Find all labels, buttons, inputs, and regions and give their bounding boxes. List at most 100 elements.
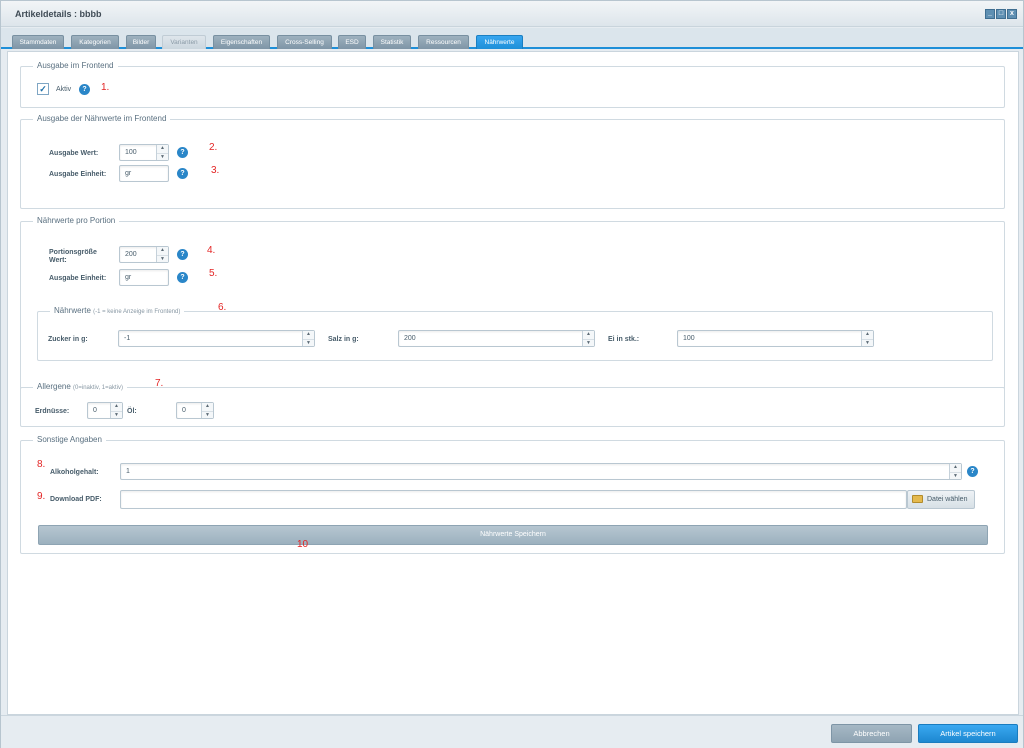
spin-up-icon[interactable]: ▲ [202,403,213,411]
spin-down-icon[interactable]: ▼ [157,254,168,263]
tab-stammdaten[interactable]: Stammdaten [12,35,64,49]
ei-label: Ei in stk.: [608,336,640,343]
spin-down-icon[interactable]: ▼ [950,471,961,480]
alkoholgehalt-input[interactable]: 1 ▲ ▼ [120,463,962,480]
spin-down-icon[interactable]: ▼ [202,410,213,419]
annotation-5: 5. [209,268,218,279]
spinner[interactable]: ▲ ▼ [201,403,213,418]
ausgabe-wert-input[interactable]: 100 ▲ ▼ [119,144,169,161]
tab-cross-selling[interactable]: Cross-Selling [277,35,332,49]
spin-up-icon[interactable]: ▲ [950,464,961,472]
folder-icon [912,495,923,503]
legend-hint: (-1 = keine Anzeige im Frontend) [93,309,181,315]
minimize-icon[interactable]: _ [985,9,995,19]
cancel-button[interactable]: Abbrechen [831,724,912,743]
oel-label: Öl: [127,408,137,415]
help-icon[interactable]: ? [177,147,188,158]
input-value: 0 [182,407,186,414]
close-icon[interactable]: x [1007,9,1017,19]
annotation-6: 6. [218,302,227,313]
portionsgroesse-label: Portionsgröße Wert: [49,249,97,264]
tab-naehrwerte[interactable]: Nährwerte [476,35,523,49]
tab-ressourcen[interactable]: Ressourcen [418,35,469,49]
salz-label: Salz in g: [328,336,359,343]
oel-input[interactable]: 0 ▲ ▼ [176,402,214,419]
spin-down-icon[interactable]: ▼ [303,338,314,347]
help-icon[interactable]: ? [177,168,188,179]
annotation-9: 9. [37,491,46,502]
spin-down-icon[interactable]: ▼ [157,152,168,161]
erdnuesse-label: Erdnüsse: [35,408,70,415]
spin-down-icon[interactable]: ▼ [862,338,873,347]
input-value: 200 [404,335,416,342]
input-value: gr [125,170,132,177]
fieldset-legend: Nährwerte pro Portion [33,216,120,225]
tab-esd[interactable]: ESD [338,35,366,49]
help-icon[interactable]: ? [177,272,188,283]
annotation-8: 8. [37,459,46,470]
spin-up-icon[interactable]: ▲ [862,331,873,339]
spin-down-icon[interactable]: ▼ [111,410,122,419]
input-value: 0 [93,407,97,414]
ausgabe-einheit-label: Ausgabe Einheit: [49,171,107,178]
erdnuesse-input[interactable]: 0 ▲ ▼ [87,402,123,419]
aktiv-label: Aktiv [56,86,72,93]
zucker-input[interactable]: -1 ▲ ▼ [118,330,315,347]
zucker-label: Zucker in g: [48,336,88,343]
salz-input[interactable]: 200 ▲ ▼ [398,330,595,347]
spin-up-icon[interactable]: ▲ [303,331,314,339]
input-value: gr [125,274,132,281]
spinner[interactable]: ▲ ▼ [302,331,314,346]
spinner[interactable]: ▲ ▼ [949,464,961,479]
spin-down-icon[interactable]: ▼ [583,338,594,347]
ei-input[interactable]: 100 ▲ ▼ [677,330,874,347]
fieldset-legend: Nährwerte (-1 = keine Anzeige im Fronten… [50,306,185,315]
help-icon[interactable]: ? [177,249,188,260]
spinner[interactable]: ▲ ▼ [156,145,168,160]
tab-kategorien[interactable]: Kategorien [71,35,119,49]
spin-up-icon[interactable]: ▲ [157,247,168,255]
tab-eigenschaften[interactable]: Eigenschaften [213,35,270,49]
download-pdf-label: Download PDF: [50,496,102,503]
input-value: -1 [124,335,131,342]
fieldset-naehrwerte: Nährwerte (-1 = keine Anzeige im Fronten… [37,302,993,361]
annotation-10: 10 [297,539,309,550]
spin-up-icon[interactable]: ▲ [111,403,122,411]
file-select-button[interactable]: Datei wählen [907,490,975,509]
portionsgroesse-input[interactable]: 200 ▲ ▼ [119,246,169,263]
download-pdf-input[interactable] [120,490,907,509]
input-value: 200 [125,251,137,258]
window-footer: Abbrechen Artikel speichern [1,715,1023,748]
maximize-icon[interactable]: □ [996,9,1006,19]
portion-einheit-input[interactable]: gr [119,269,169,286]
spin-up-icon[interactable]: ▲ [157,145,168,153]
ausgabe-einheit-input[interactable]: gr [119,165,169,182]
aktiv-checkbox[interactable]: ✓ [37,83,49,95]
fieldset-legend: Ausgabe im Frontend [33,61,118,70]
spinner[interactable]: ▲ ▼ [582,331,594,346]
file-select-label: Datei wählen [927,496,968,503]
naehrwerte-save-button[interactable]: Nährwerte Speichern [38,525,988,545]
tab-statistik[interactable]: Statistik [373,35,411,49]
article-details-window: Artikeldetails : bbbb _ □ x Stammdaten K… [0,0,1024,748]
alkoholgehalt-label: Alkoholgehalt: [50,469,99,476]
window-title: Artikeldetails : bbbb [15,9,102,19]
annotation-2: 2. [209,142,218,153]
legend-hint: (0=inaktiv, 1=aktiv) [73,385,123,391]
main-content: Ausgabe im Frontend ✓ Aktiv ? 1. Ausgabe… [7,51,1019,715]
spin-up-icon[interactable]: ▲ [583,331,594,339]
tab-bilder[interactable]: Bilder [126,35,156,49]
save-article-button[interactable]: Artikel speichern [918,724,1018,743]
annotation-7: 7. [155,378,164,389]
annotation-3: 3. [211,165,220,176]
fieldset-legend: Sonstige Angaben [33,435,106,444]
spinner[interactable]: ▲ ▼ [156,247,168,262]
spinner[interactable]: ▲ ▼ [861,331,873,346]
portion-einheit-label: Ausgabe Einheit: [49,275,107,282]
help-icon[interactable]: ? [79,84,90,95]
spinner[interactable]: ▲ ▼ [110,403,122,418]
help-icon[interactable]: ? [967,466,978,477]
tab-bar: Stammdaten Kategorien Bilder Varianten E… [1,28,1023,49]
window-titlebar[interactable]: Artikeldetails : bbbb _ □ x [1,1,1023,27]
input-value: 100 [683,335,695,342]
